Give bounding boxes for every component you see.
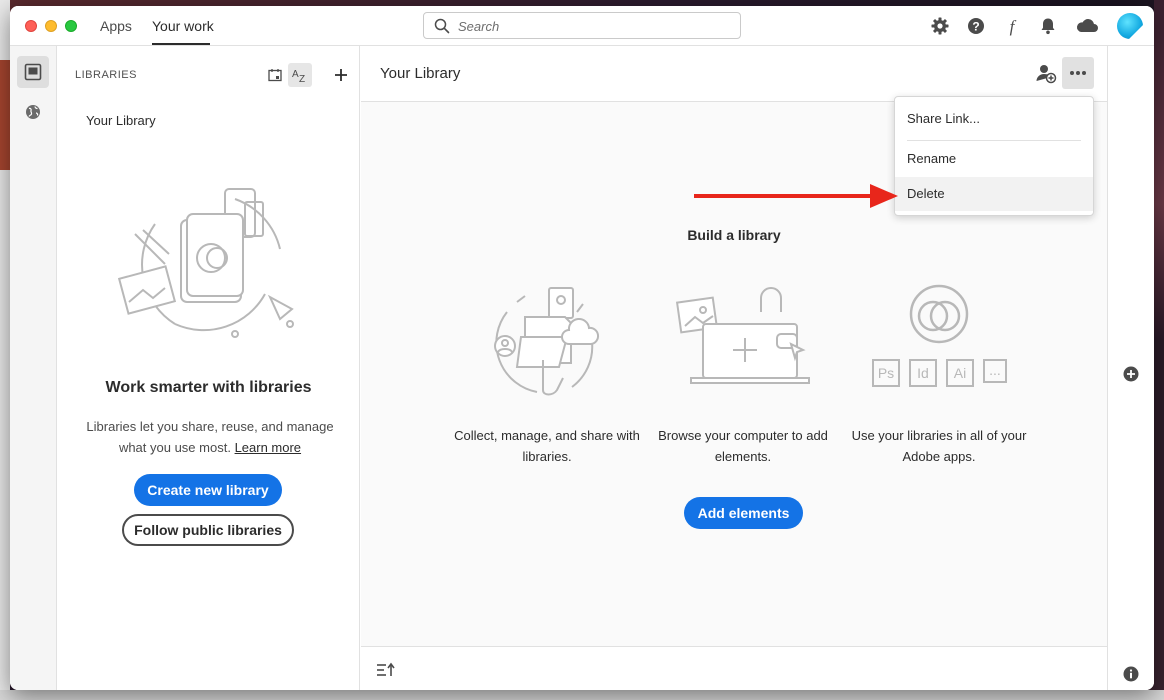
tab-your-work[interactable]: Your work [152,18,214,34]
library-list-item[interactable]: Your Library [86,113,156,128]
more-options-button[interactable] [1062,57,1094,89]
empty-state-description: Libraries let you share, reuse, and mana… [85,416,335,458]
browse-illustration [675,287,810,384]
help-icon[interactable]: ? [966,16,986,36]
build-library-title: Build a library [687,227,781,243]
search-input[interactable] [458,16,728,36]
public-libraries-rail-button[interactable] [17,96,49,128]
learn-more-link[interactable]: Learn more [235,440,301,455]
collect-illustration [494,287,600,396]
desktop-background [0,60,10,170]
page-title: Your Library [380,65,461,82]
libraries-rail-button[interactable] [17,56,49,88]
active-tab-indicator [152,43,210,45]
invite-people-icon[interactable] [1035,62,1057,84]
plus-icon [335,69,347,81]
sort-az-icon: A Z [292,69,305,84]
title-bar: Apps Your work Search ? f [10,6,1154,46]
desktop-background [1154,0,1164,340]
add-elements-button[interactable]: Add elements [684,497,803,529]
avatar[interactable] [1117,13,1143,39]
empty-state-title: Work smarter with libraries [105,379,312,396]
libraries-illustration [117,188,294,338]
calendar-view-icon [268,69,282,82]
ps-badge: Ps [878,365,894,381]
search-icon [434,18,450,34]
library-view-button[interactable] [263,63,287,87]
svg-text:f: f [1010,17,1017,36]
annotation-arrow-icon [694,184,898,208]
library-header: Your Library [361,46,1107,102]
bell-icon[interactable] [1038,16,1058,36]
left-rail [10,46,57,690]
feature-apps-text: Use your libraries in all of your Adobe … [851,428,1027,464]
globe-icon [26,105,40,119]
sort-alphabetical-button[interactable]: A Z [288,63,312,87]
fonts-icon[interactable]: f [1002,16,1022,36]
info-icon[interactable] [1123,666,1139,682]
svg-text:?: ? [972,20,979,34]
adobe-apps-illustration: Ps Id Ai ... [872,284,1007,387]
create-new-library-button[interactable]: Create new library [134,474,282,506]
zoom-window-button[interactable] [65,20,77,32]
menu-divider [907,140,1081,141]
id-badge: Id [917,365,929,381]
follow-public-libraries-button[interactable]: Follow public libraries [122,514,294,546]
ellipsis-icon [1070,71,1086,75]
svg-text:Z: Z [299,74,305,84]
minimize-window-button[interactable] [45,20,57,32]
libraries-panel: LIBRARIES A Z Your Library Work smarter … [57,46,360,690]
menu-item-rename[interactable]: Rename [895,142,1093,176]
ai-badge: Ai [954,365,966,381]
feature-browse-text: Browse your computer to add elements. [658,428,828,464]
tab-apps[interactable]: Apps [100,18,132,34]
add-circle-icon[interactable] [1123,366,1139,382]
libraries-header: LIBRARIES [75,69,137,81]
menu-item-delete[interactable]: Delete [895,177,1093,211]
close-window-button[interactable] [25,20,37,32]
menu-item-share-link[interactable]: Share Link... [895,102,1093,136]
cloud-icon[interactable] [1075,16,1099,36]
more-apps-badge: ... [989,362,1001,378]
feature-collect-text: Collect, manage, and share with librarie… [454,428,640,464]
app-window: Apps Your work Search ? f LIBRARIES A Z … [10,6,1154,690]
library-options-menu: Share Link... Rename Delete [894,96,1094,216]
desktop-background [0,690,1164,700]
right-side-panel [1107,46,1154,690]
add-library-button[interactable] [329,63,353,87]
sort-order-icon[interactable] [376,662,396,678]
search-box[interactable] [423,12,741,39]
library-footer [361,646,1107,690]
svg-text:A: A [292,69,299,80]
gear-icon[interactable] [930,16,950,36]
libraries-icon [24,63,42,81]
